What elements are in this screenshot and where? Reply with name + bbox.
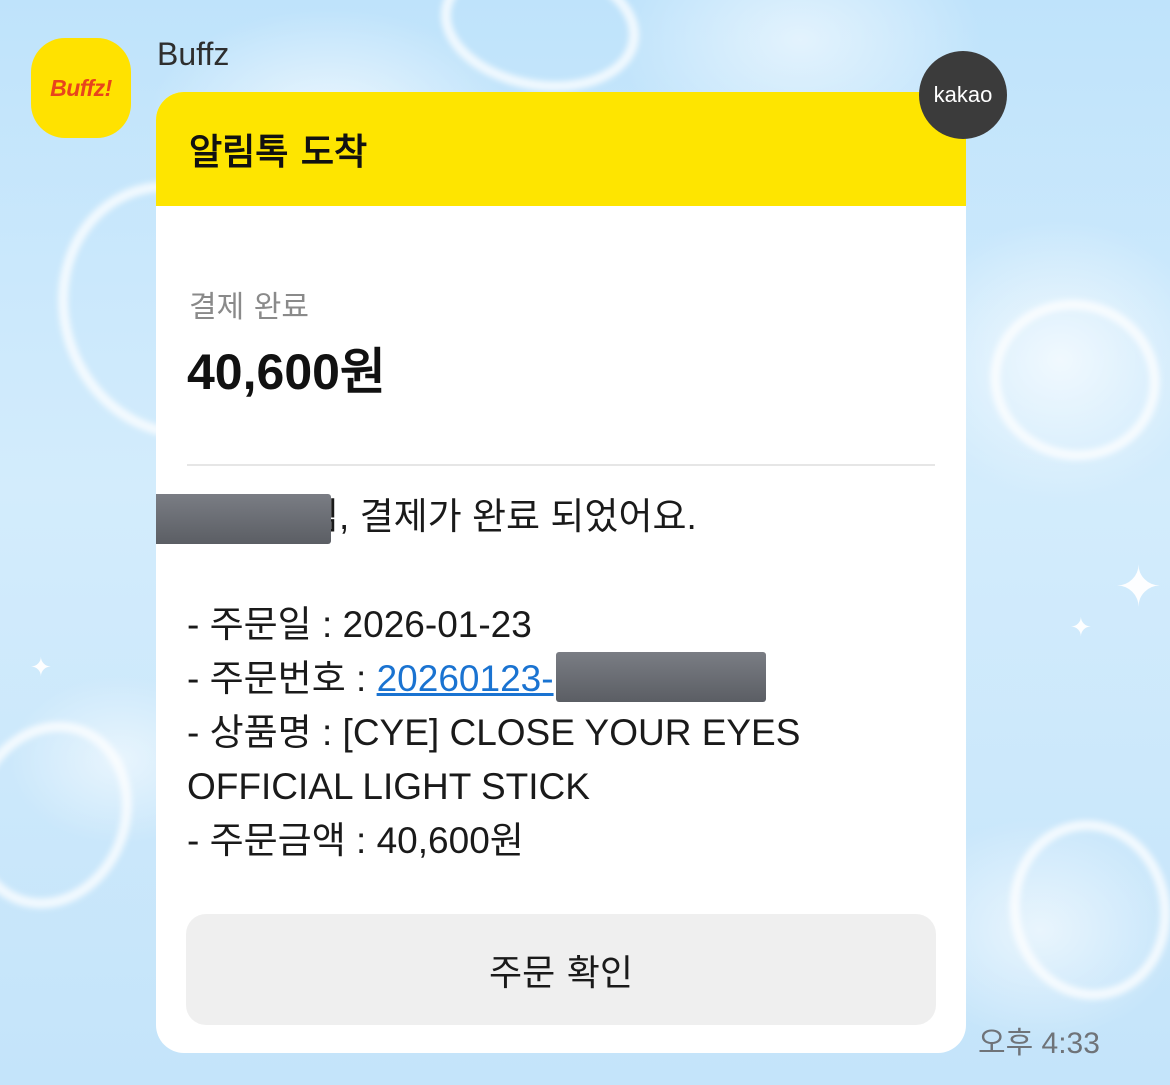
redacted-order-number [555, 652, 766, 703]
message-timestamp: 오후 4:33 [978, 1027, 1100, 1060]
sparkle-icon: ✦ [30, 653, 52, 683]
sparkle-icon: ✦ [1115, 555, 1162, 620]
payment-status-label: 결제 완료 [189, 290, 309, 325]
card-header: 알림톡 도착 [156, 92, 966, 206]
greeting-line: 님, 결제가 완료 되었어요. [156, 490, 947, 544]
greeting-text: 님, 결제가 완료 되었어요. [305, 496, 697, 537]
background-heart-shape [0, 698, 158, 932]
order-number-label: - 주문번호 : [187, 658, 377, 699]
order-amount-line: - 주문금액 : 40,600원 [187, 820, 524, 862]
buffz-logo: Buffz! [50, 74, 112, 101]
background-heart-shape [430, 0, 650, 107]
sender-name: Buffz [157, 36, 230, 72]
sparkle-icon: ✦ [1070, 613, 1092, 643]
redacted-customer-name [156, 494, 331, 544]
message-body: 님, 결제가 완료 되었어요. - 주문일 : 2026-01-23 - 주문번… [156, 490, 947, 868]
product-name-line-2: OFFICIAL LIGHT STICK [187, 766, 590, 808]
order-confirm-button[interactable]: 주문 확인 [186, 914, 936, 1025]
kakao-badge-icon: kakao [919, 51, 1007, 139]
sender-avatar[interactable]: Buffz! [31, 38, 131, 138]
background-heart-shape [995, 807, 1170, 1013]
background-heart-shape [972, 280, 1170, 480]
card-header-title: 알림톡 도착 [189, 132, 368, 173]
alimtalk-message-card: 알림톡 도착 결제 완료 40,600원 님, 결제가 완료 되었어요. - 주… [156, 92, 966, 1053]
divider [187, 464, 935, 466]
payment-amount: 40,600원 [187, 344, 386, 400]
order-number-link[interactable]: 20260123- [377, 658, 554, 699]
order-date-line: - 주문일 : 2026-01-23 [187, 604, 532, 645]
product-name-line-1: - 상품명 : [CYE] CLOSE YOUR EYES [187, 712, 801, 754]
order-number-line: - 주문번호 : 20260123- [187, 652, 947, 706]
